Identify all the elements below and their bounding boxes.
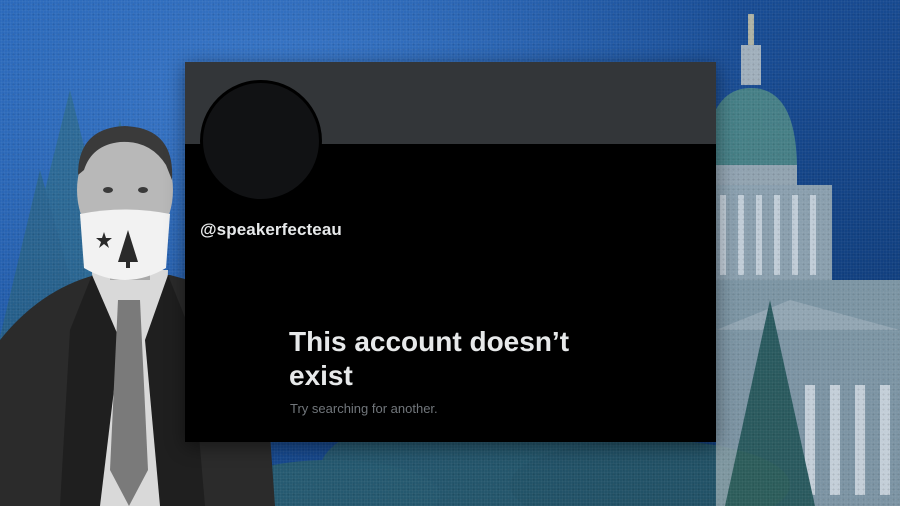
collage-scene: @speakerfecteau This account doesn’t exi… — [0, 0, 900, 506]
account-missing-subtitle: Try searching for another. — [290, 401, 438, 416]
account-missing-title: This account doesn’t exist — [289, 326, 570, 391]
profile-card: @speakerfecteau This account doesn’t exi… — [185, 62, 716, 442]
profile-handle: @speakerfecteau — [200, 220, 342, 239]
profile-avatar — [200, 80, 322, 202]
